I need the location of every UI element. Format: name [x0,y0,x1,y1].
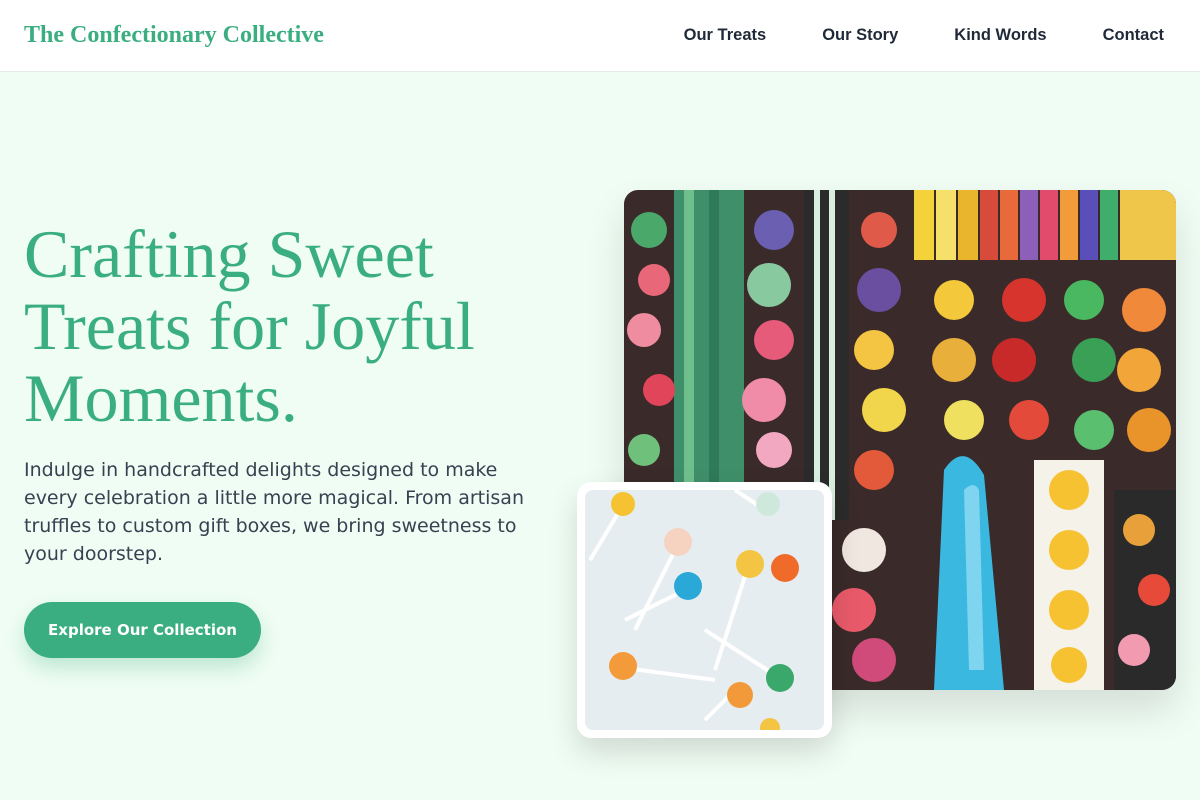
lollipops-image [585,490,824,730]
hero-text: Crafting Sweet Treats for Joyful Moments… [24,218,544,658]
lollipops-card [577,482,832,738]
navbar: The Confectionary Collective Our Treats … [0,0,1200,72]
hero-title-line-1: Crafting Sweet [24,216,434,292]
hero-title-line-2: Treats for Joyful [24,288,475,364]
nav-link-contact[interactable]: Contact [1103,26,1164,45]
nav-link-our-treats[interactable]: Our Treats [684,26,767,45]
nav-link-kind-words[interactable]: Kind Words [954,26,1046,45]
lollipops-illustration [585,490,824,730]
nav-link-our-story[interactable]: Our Story [822,26,898,45]
brand-logo[interactable]: The Confectionary Collective [24,22,324,49]
nav-links: Our Treats Our Story Kind Words Contact [684,26,1164,45]
hero-title: Crafting Sweet Treats for Joyful Moments… [24,218,544,434]
hero-description: Indulge in handcrafted delights designed… [24,459,524,565]
explore-collection-button[interactable]: Explore Our Collection [24,602,261,658]
hero-title-line-3: Moments. [24,360,298,436]
